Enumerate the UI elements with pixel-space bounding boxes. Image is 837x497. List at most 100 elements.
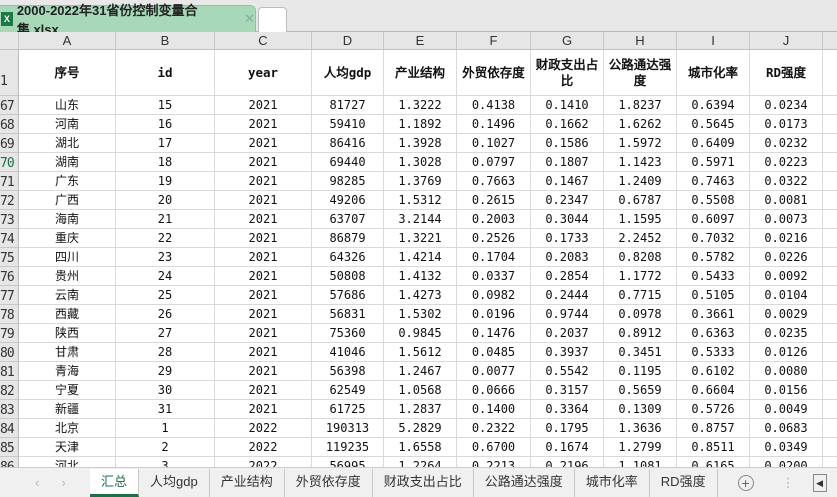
table-cell[interactable]: 海南 bbox=[19, 210, 116, 229]
table-cell[interactable]: 1.6262 bbox=[604, 115, 677, 134]
table-cell[interactable]: 0.5333 bbox=[677, 343, 750, 362]
row-header[interactable]: 76 bbox=[0, 267, 19, 286]
table-cell[interactable]: 0.0235 bbox=[750, 324, 823, 343]
table-cell[interactable]: 1.2409 bbox=[604, 172, 677, 191]
table-cell[interactable]: 0.6604 bbox=[677, 381, 750, 400]
table-cell[interactable]: 北京 bbox=[19, 419, 116, 438]
table-cell[interactable]: 0.9744 bbox=[531, 305, 604, 324]
table-cell[interactable]: 25 bbox=[116, 286, 215, 305]
table-cell[interactable]: 61725 bbox=[312, 400, 384, 419]
header-cell[interactable]: RD强度 bbox=[750, 50, 823, 96]
table-cell[interactable]: 1.4214 bbox=[384, 248, 457, 267]
empty-cell[interactable] bbox=[823, 96, 837, 115]
table-cell[interactable]: 98285 bbox=[312, 172, 384, 191]
new-tab-button[interactable] bbox=[258, 7, 287, 32]
row-header[interactable]: 69 bbox=[0, 134, 19, 153]
header-cell[interactable]: id bbox=[116, 50, 215, 96]
header-cell[interactable]: 人均gdp bbox=[312, 50, 384, 96]
table-cell[interactable]: 31 bbox=[116, 400, 215, 419]
table-cell[interactable]: 0.2347 bbox=[531, 191, 604, 210]
table-cell[interactable]: 0.1795 bbox=[531, 419, 604, 438]
column-header-C[interactable]: C bbox=[215, 32, 312, 50]
table-cell[interactable]: 2021 bbox=[215, 400, 312, 419]
table-cell[interactable]: 0.6700 bbox=[457, 438, 531, 457]
row-header[interactable]: 75 bbox=[0, 248, 19, 267]
row-header[interactable]: 68 bbox=[0, 115, 19, 134]
table-cell[interactable]: 0.5726 bbox=[677, 400, 750, 419]
table-cell[interactable]: 86879 bbox=[312, 229, 384, 248]
row-header[interactable]: 71 bbox=[0, 172, 19, 191]
table-cell[interactable]: 0.3157 bbox=[531, 381, 604, 400]
table-cell[interactable]: 86416 bbox=[312, 134, 384, 153]
table-cell[interactable]: 21 bbox=[116, 210, 215, 229]
table-cell[interactable]: 0.6394 bbox=[677, 96, 750, 115]
table-cell[interactable]: 0.5659 bbox=[604, 381, 677, 400]
table-cell[interactable]: 1.3769 bbox=[384, 172, 457, 191]
table-cell[interactable]: 云南 bbox=[19, 286, 116, 305]
table-cell[interactable]: 0.2322 bbox=[457, 419, 531, 438]
table-cell[interactable]: 0.3364 bbox=[531, 400, 604, 419]
table-cell[interactable]: 2021 bbox=[215, 324, 312, 343]
empty-cell[interactable] bbox=[823, 305, 837, 324]
column-header-B[interactable]: B bbox=[116, 32, 215, 50]
close-tab-icon[interactable]: ✕ bbox=[244, 11, 255, 27]
empty-cell[interactable] bbox=[823, 229, 837, 248]
table-cell[interactable]: 2021 bbox=[215, 96, 312, 115]
table-cell[interactable]: 59410 bbox=[312, 115, 384, 134]
column-header-A[interactable]: A bbox=[19, 32, 116, 50]
table-cell[interactable]: 1.8237 bbox=[604, 96, 677, 115]
table-cell[interactable]: 1.3028 bbox=[384, 153, 457, 172]
table-cell[interactable]: 26 bbox=[116, 305, 215, 324]
table-cell[interactable]: 2022 bbox=[215, 438, 312, 457]
table-cell[interactable]: 0.0349 bbox=[750, 438, 823, 457]
sheet-tab-0[interactable]: 汇总 bbox=[90, 468, 140, 497]
sheet-tab-4[interactable]: 财政支出占比 bbox=[373, 468, 474, 497]
table-cell[interactable]: 0.1586 bbox=[531, 134, 604, 153]
table-cell[interactable]: 1.5612 bbox=[384, 343, 457, 362]
empty-cell[interactable] bbox=[823, 50, 837, 96]
table-cell[interactable]: 0.0092 bbox=[750, 267, 823, 286]
table-cell[interactable]: 2021 bbox=[215, 191, 312, 210]
table-cell[interactable]: 28 bbox=[116, 343, 215, 362]
table-cell[interactable]: 0.8511 bbox=[677, 438, 750, 457]
table-cell[interactable]: 0.8757 bbox=[677, 419, 750, 438]
table-cell[interactable]: 0.3451 bbox=[604, 343, 677, 362]
empty-cell[interactable] bbox=[823, 134, 837, 153]
table-cell[interactable]: 1.1772 bbox=[604, 267, 677, 286]
table-cell[interactable]: 1.6558 bbox=[384, 438, 457, 457]
table-cell[interactable]: 1.5312 bbox=[384, 191, 457, 210]
table-cell[interactable]: 2022 bbox=[215, 419, 312, 438]
empty-cell[interactable] bbox=[823, 172, 837, 191]
sheet-tab-2[interactable]: 产业结构 bbox=[210, 468, 285, 497]
table-cell[interactable]: 62549 bbox=[312, 381, 384, 400]
table-cell[interactable]: 22 bbox=[116, 229, 215, 248]
table-cell[interactable]: 0.6102 bbox=[677, 362, 750, 381]
table-cell[interactable]: 青海 bbox=[19, 362, 116, 381]
table-cell[interactable]: 1.5302 bbox=[384, 305, 457, 324]
header-cell[interactable]: 序号 bbox=[19, 50, 116, 96]
table-cell[interactable]: 119235 bbox=[312, 438, 384, 457]
column-header-extra[interactable] bbox=[823, 32, 837, 50]
table-cell[interactable]: 0.3937 bbox=[531, 343, 604, 362]
table-cell[interactable]: 2021 bbox=[215, 210, 312, 229]
table-cell[interactable]: 0.0226 bbox=[750, 248, 823, 267]
header-cell[interactable]: year bbox=[215, 50, 312, 96]
table-cell[interactable]: 0.0797 bbox=[457, 153, 531, 172]
sheet-tab-7[interactable]: RD强度 bbox=[650, 468, 718, 497]
table-cell[interactable]: 0.2037 bbox=[531, 324, 604, 343]
table-cell[interactable]: 西藏 bbox=[19, 305, 116, 324]
column-header-D[interactable]: D bbox=[312, 32, 384, 50]
table-cell[interactable]: 0.0223 bbox=[750, 153, 823, 172]
table-cell[interactable]: 天津 bbox=[19, 438, 116, 457]
table-cell[interactable]: 0.0196 bbox=[457, 305, 531, 324]
table-cell[interactable]: 0.5105 bbox=[677, 286, 750, 305]
table-cell[interactable]: 16 bbox=[116, 115, 215, 134]
table-cell[interactable]: 贵州 bbox=[19, 267, 116, 286]
row-header[interactable]: 70 bbox=[0, 153, 19, 172]
table-cell[interactable]: 0.9845 bbox=[384, 324, 457, 343]
empty-cell[interactable] bbox=[823, 381, 837, 400]
table-cell[interactable]: 0.1195 bbox=[604, 362, 677, 381]
table-cell[interactable]: 0.0683 bbox=[750, 419, 823, 438]
table-cell[interactable]: 0.6787 bbox=[604, 191, 677, 210]
table-cell[interactable]: 0.5542 bbox=[531, 362, 604, 381]
